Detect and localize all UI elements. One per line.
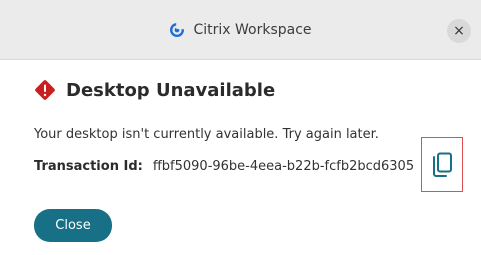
copy-transaction-button[interactable]	[421, 137, 463, 192]
window-title: Citrix Workspace	[193, 22, 312, 38]
transaction-row: Transaction Id: ffbf5090-96be-4eea-b22b-…	[34, 159, 414, 174]
transaction-label: Transaction Id:	[34, 159, 143, 174]
title-wrap: Citrix Workspace	[0, 18, 481, 42]
copy-icon	[431, 152, 453, 178]
warning-diamond-icon	[34, 79, 56, 101]
title-bar: Citrix Workspace ×	[0, 0, 481, 60]
close-button[interactable]: Close	[34, 209, 112, 242]
error-message: Your desktop isn't currently available. …	[34, 127, 379, 142]
close-icon: ×	[453, 23, 465, 39]
dialog-title: Desktop Unavailable	[66, 79, 276, 101]
dialog-heading: Desktop Unavailable	[34, 79, 275, 101]
citrix-logo-icon	[169, 22, 186, 38]
window-close-button[interactable]: ×	[447, 19, 471, 43]
transaction-id: ffbf5090-96be-4eea-b22b-fcfb2bcd6305	[152, 159, 415, 174]
dialog-window: Citrix Workspace × Desktop Unavailable Y…	[0, 0, 481, 255]
